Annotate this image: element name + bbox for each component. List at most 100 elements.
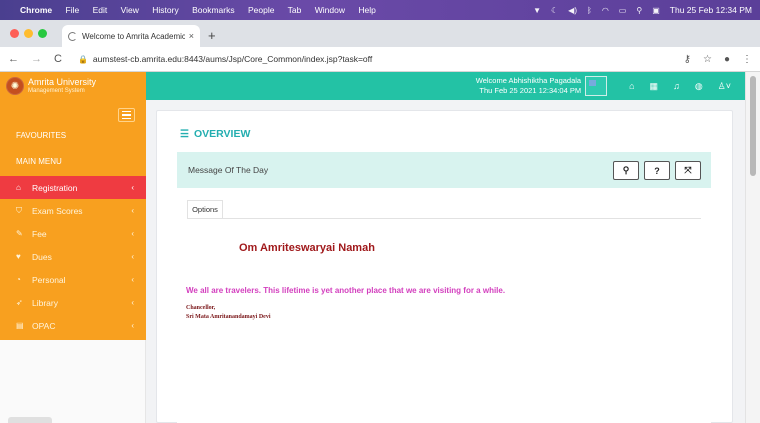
browser-tab[interactable]: Welcome to Amrita Academic I × <box>62 25 200 47</box>
message-panel-header: Message Of The Day ⚲ ? ⤧ <box>177 152 711 188</box>
heart-icon: ♥ <box>16 252 21 261</box>
bottom-drawer-tab[interactable] <box>8 417 52 423</box>
chevron-left-icon: ‹ <box>131 183 134 192</box>
url-text: aumstest-cb.amrita.edu:8443/aums/Jsp/Cor… <box>92 54 373 64</box>
sidebar-item-label: Fee <box>32 228 47 239</box>
pencil-icon: ✎ <box>16 229 23 238</box>
chevron-left-icon: ‹ <box>131 275 134 284</box>
page-scrollbar[interactable] <box>745 72 760 423</box>
sidebar-item-label: Registration <box>32 182 78 193</box>
logo-title: Amrita University <box>28 76 97 87</box>
main-menu-label: MAIN MENU <box>16 157 62 166</box>
macos-menu-bar: Chrome File Edit View History Bookmarks … <box>0 0 760 20</box>
expand-button[interactable]: ⤧ <box>675 161 701 180</box>
sidebar-item-fee[interactable]: ✎ Fee ‹ <box>0 222 146 245</box>
tab-strip: Welcome to Amrita Academic I × + <box>0 20 760 47</box>
globe-icon[interactable]: ◍ <box>695 81 703 92</box>
control-center-icon[interactable]: ▣ <box>652 6 660 15</box>
menu-bookmarks[interactable]: Bookmarks <box>192 5 235 15</box>
menu-edit[interactable]: Edit <box>93 5 108 15</box>
list-icon: ☰ <box>180 128 189 140</box>
url-field[interactable]: 🔒 aumstest-cb.amrita.edu:8443/aums/Jsp/C… <box>78 50 684 68</box>
clock-icon: ◔ <box>16 275 21 284</box>
sidebar-item-opac[interactable]: ▤ OPAC ‹ <box>0 314 146 337</box>
tab-close-icon[interactable]: × <box>189 31 194 41</box>
sidebar-item-label: Personal <box>32 274 66 285</box>
wifi-icon[interactable]: ◠ <box>602 6 609 15</box>
calendar-icon: ▤ <box>16 321 24 330</box>
welcome-block: Welcome Abhishiktha Pagadala Thu Feb 25 … <box>476 76 581 96</box>
favourites-label[interactable]: FAVOURITES <box>16 131 66 140</box>
tab-title: Welcome to Amrita Academic I <box>82 31 185 41</box>
message-quote: We all are travelers. This lifetime is y… <box>186 286 506 295</box>
scrollbar-thumb[interactable] <box>750 76 756 176</box>
apps-grid-icon[interactable]: ▦ <box>650 81 659 92</box>
bluetooth-icon[interactable]: ᛒ <box>587 6 592 15</box>
menu-window[interactable]: Window <box>315 5 345 15</box>
window-controls <box>10 29 47 38</box>
moon-icon[interactable]: ☾ <box>551 6 558 15</box>
signature-name: Sri Mata Amritanandamayi Devi <box>186 314 271 320</box>
bell-icon[interactable]: ♫ <box>673 81 680 92</box>
menu-history[interactable]: History <box>152 5 178 15</box>
forward-arrow-icon[interactable]: → <box>31 53 42 65</box>
chevron-left-icon: ‹ <box>131 321 134 330</box>
menu-tab[interactable]: Tab <box>288 5 302 15</box>
sidebar-item-dues[interactable]: ♥ Dues ‹ <box>0 245 146 268</box>
signature-title: Chancellor, <box>186 305 216 311</box>
menu-toggle-button[interactable] <box>118 108 135 122</box>
message-signature: Chancellor, Sri Mata Amritanandamayi Dev… <box>186 304 271 322</box>
lock-icon[interactable]: 🔒 <box>78 55 88 64</box>
sidebar-item-label: Dues <box>32 251 52 262</box>
zoom-window-button[interactable] <box>38 29 47 38</box>
menu-view[interactable]: View <box>121 5 139 15</box>
app-menu: Chrome File Edit View History Bookmarks … <box>20 5 387 15</box>
app-logo[interactable]: ✺ Amrita University Management System <box>0 72 146 100</box>
menu-app-name[interactable]: Chrome <box>20 5 52 15</box>
tab-options[interactable]: Options <box>187 200 223 218</box>
panel-title: Message Of The Day <box>188 165 269 175</box>
reload-icon[interactable]: C <box>54 53 62 65</box>
minimize-window-button[interactable] <box>24 29 33 38</box>
menu-help[interactable]: Help <box>358 5 375 15</box>
help-button[interactable]: ? <box>644 161 670 180</box>
sidebar-item-personal[interactable]: ◔ Personal ‹ <box>0 268 146 291</box>
link-icon: ⚲ <box>622 165 630 175</box>
back-arrow-icon[interactable]: ← <box>8 53 19 65</box>
star-icon[interactable]: ☆ <box>703 54 712 65</box>
close-window-button[interactable] <box>10 29 19 38</box>
sidebar-item-registration[interactable]: ⌂ Registration ‹ <box>0 176 146 199</box>
vpn-icon[interactable]: ▼ <box>533 6 541 15</box>
send-icon: ➶ <box>16 298 23 307</box>
amrita-emblem-icon: ✺ <box>6 77 24 95</box>
toolbar-icons: ⚷ ☆ ● ⋮ <box>684 54 752 65</box>
user-photo <box>585 76 608 96</box>
user-menu-icon[interactable]: ♙˅ <box>718 81 731 92</box>
chevron-left-icon: ‹ <box>131 206 134 215</box>
menu-clock[interactable]: Thu 25 Feb 12:34 PM <box>670 5 752 15</box>
app-header: ✺ Amrita University Management System We… <box>0 72 745 100</box>
key-icon[interactable]: ⚷ <box>684 54 691 65</box>
sidebar: FAVOURITES MAIN MENU ⌂ Registration ‹ ⛉ … <box>0 100 146 340</box>
sidebar-item-library[interactable]: ➶ Library ‹ <box>0 291 146 314</box>
home-icon[interactable]: ⌂ <box>629 81 634 92</box>
home-icon: ⌂ <box>16 183 21 192</box>
chevron-left-icon: ‹ <box>131 298 134 307</box>
sidebar-item-exam-scores[interactable]: ⛉ Exam Scores ‹ <box>0 199 146 222</box>
header-icons: ⌂ ▦ ♫ ◍ ♙˅ <box>629 81 731 92</box>
logo-subtitle: Management System <box>28 87 85 94</box>
sidebar-empty-area <box>0 340 146 423</box>
search-icon[interactable]: ⚲ <box>636 6 642 15</box>
welcome-text: Welcome Abhishiktha Pagadala <box>475 76 582 85</box>
profile-icon[interactable]: ● <box>724 54 730 65</box>
help-icon: ? <box>654 165 660 176</box>
new-tab-button[interactable]: + <box>208 28 216 43</box>
more-menu-icon[interactable]: ⋮ <box>742 54 752 65</box>
battery-icon[interactable]: ▭ <box>619 6 627 15</box>
address-bar-row: ← → C 🔒 aumstest-cb.amrita.edu:8443/aums… <box>0 47 760 72</box>
login-datetime: Thu Feb 25 2021 12:34:04 PM <box>479 86 582 95</box>
menu-people[interactable]: People <box>248 5 274 15</box>
volume-icon[interactable]: ◀) <box>568 6 577 15</box>
link-button[interactable]: ⚲ <box>613 161 639 180</box>
menu-file[interactable]: File <box>66 5 80 15</box>
